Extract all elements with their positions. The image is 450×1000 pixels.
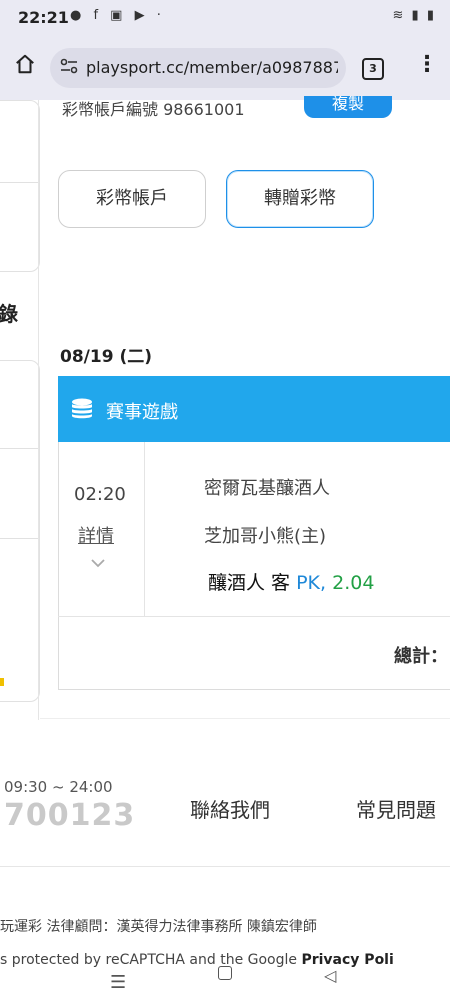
service-phone[interactable]: 700123 [4,798,135,833]
browser-menu-icon[interactable]: ⋮ [416,52,438,77]
team-home: 芝加哥小熊(主) [204,526,327,547]
home-button-icon[interactable] [218,966,232,980]
system-nav-bar [0,984,450,1000]
bet-type: PK, [296,572,327,594]
tab-switcher-button[interactable]: 3 [362,58,384,80]
side-menu-indicator [0,678,4,686]
side-menu-card-top [0,100,40,272]
side-menu-tab-label[interactable]: 錄 [0,298,18,327]
notification-icons: ● f ▣ ▶ · [70,8,165,23]
status-time: 22:21 [18,8,69,27]
back-icon[interactable]: ◁ [324,966,336,985]
date-heading: 08/19 (二) [60,347,152,367]
recent-apps-icon[interactable]: ☰ [110,972,126,993]
game-detail-link[interactable]: 詳情 [78,522,114,548]
total-label: 總計： [394,646,448,667]
side-menu-divider [0,448,38,449]
lottery-account-button[interactable]: 彩幣帳戶 [58,170,206,228]
content-bottom-border [40,718,450,719]
database-icon [70,398,94,420]
account-number-text: 彩幣帳戶編號 98661001 [62,100,245,118]
service-hours: 09:30 ~ 24:00 [4,778,113,796]
column-divider [144,442,145,616]
copy-button[interactable]: 複製 [304,96,392,118]
faq-link[interactable]: 常見問題 [356,794,436,823]
content-left-border [38,100,39,720]
side-menu-card-bottom [0,360,40,702]
team-away: 密爾瓦基釀酒人 [204,478,330,499]
game-time: 02:20 [74,484,126,505]
url-text[interactable]: playsport.cc/member/a09878872 [86,58,338,77]
side-menu-divider [0,182,38,183]
contact-us-link[interactable]: 聯絡我們 [190,794,270,823]
privacy-policy-link[interactable]: Privacy Poli [301,952,393,968]
tune-icon[interactable] [60,58,78,78]
chevron-down-icon[interactable] [90,556,106,572]
game-section-title: 賽事遊戲 [106,402,178,423]
bet-odds: 2.04 [332,572,375,594]
transfer-coins-button[interactable]: 轉贈彩幣 [226,170,374,228]
row-divider [58,616,450,617]
signal-icons: ≋ ▮ ▮ [392,8,436,23]
footer-divider [0,866,450,867]
bet-selection: 釀酒人 客 PK, 2.04 [208,568,374,595]
legal-text: 玩運彩 法律顧問：漢英得力法律事務所 陳鎮宏律師 [0,919,317,935]
side-menu-divider [0,538,38,539]
bet-pick: 釀酒人 客 [208,572,291,594]
recaptcha-text: s protected by reCAPTCHA and the Google [0,952,302,968]
home-icon[interactable] [14,52,36,82]
